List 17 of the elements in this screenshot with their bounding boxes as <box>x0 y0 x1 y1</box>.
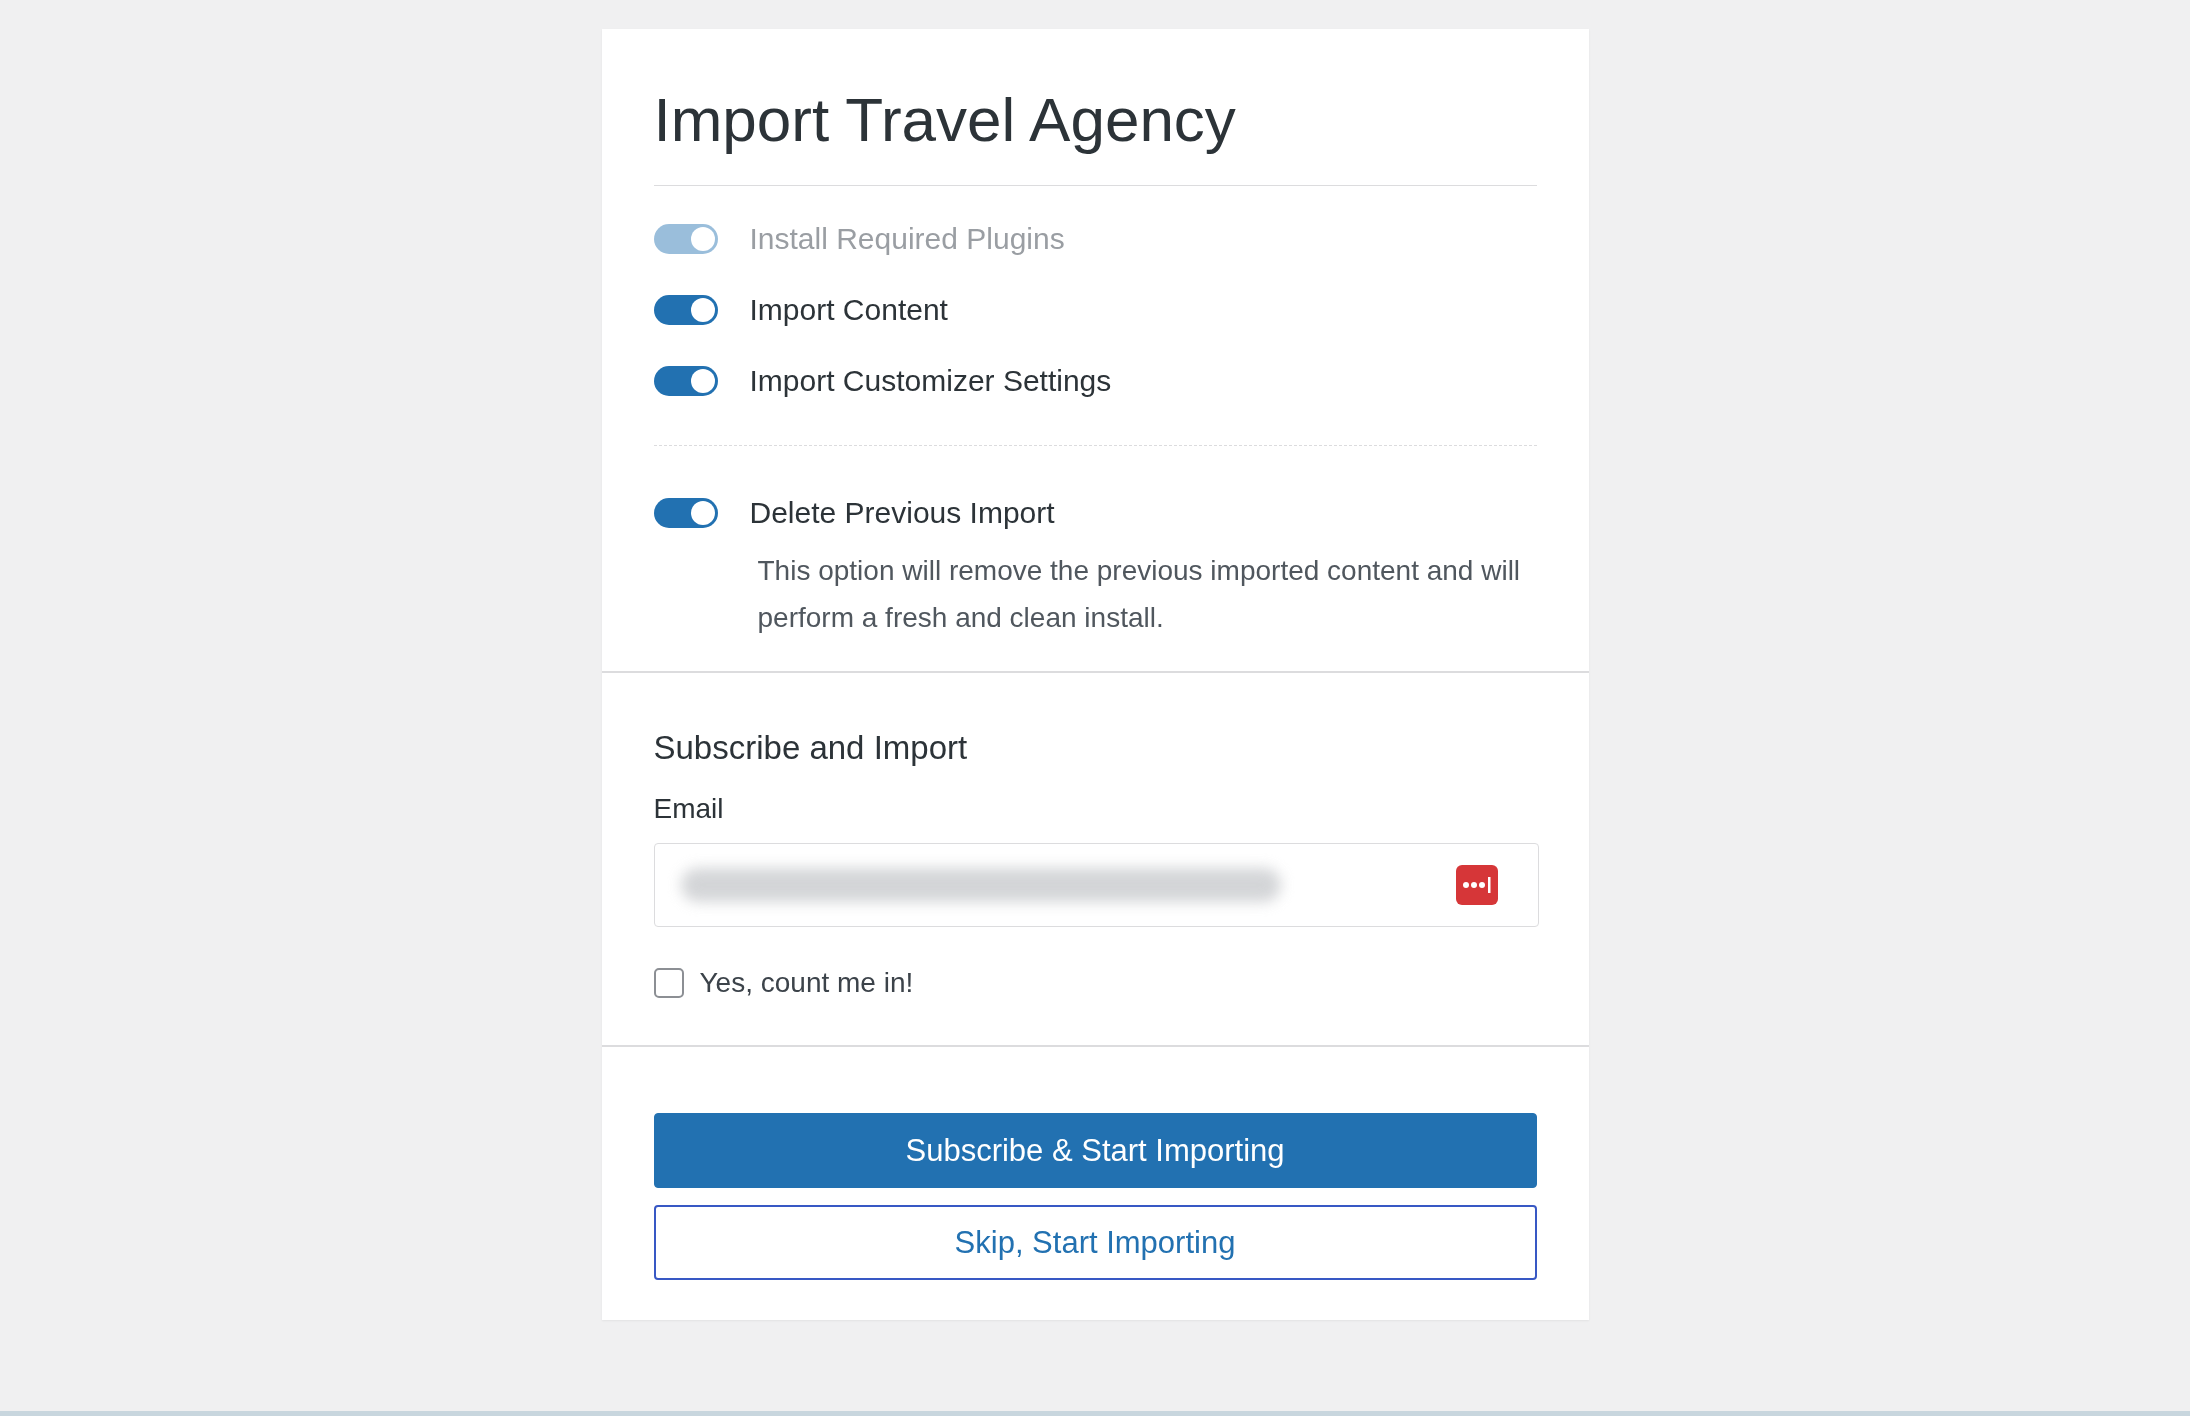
toggle-switch[interactable] <box>653 498 718 529</box>
skip-button[interactable]: Skip, Start Importing <box>653 1205 1537 1281</box>
email-field[interactable] <box>653 843 1539 928</box>
toggle-switch[interactable] <box>653 366 718 397</box>
option-description: This option will remove the previous imported content and will perform a fresh and clean install. <box>757 554 1522 636</box>
toggle-switch[interactable] <box>653 295 718 326</box>
checkbox-label: Yes, count me in! <box>699 967 914 1000</box>
option-label: Delete Previous Import <box>749 496 1055 531</box>
field-label: Email <box>653 793 725 826</box>
section-heading: Subscribe and Import <box>653 728 969 769</box>
option-label: Install Required Plugins <box>749 222 1065 257</box>
checkbox[interactable] <box>653 968 684 999</box>
option-label: Import Content <box>749 293 948 328</box>
password-manager-icon[interactable] <box>1455 865 1498 906</box>
option-label: Import Customizer Settings <box>749 364 1112 399</box>
subscribe-button[interactable]: Subscribe & Start Importing <box>653 1113 1537 1189</box>
page-title: Import Travel Agency <box>653 84 1237 156</box>
